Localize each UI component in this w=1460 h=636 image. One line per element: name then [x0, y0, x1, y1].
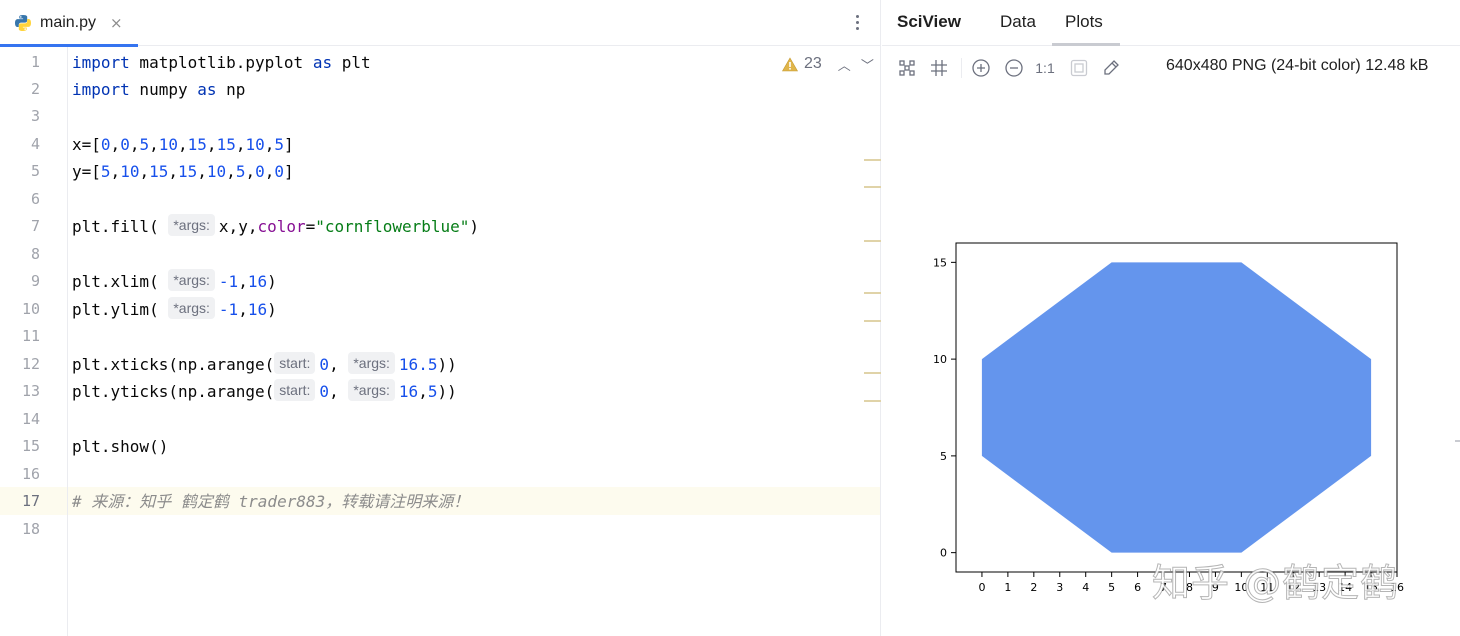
- plot-image: 0 1 2 3 4 5 6 7 8 9 10 11 12 13 14 15 16051015: [933, 242, 1404, 594]
- x-tick-label: 4: [1082, 581, 1089, 594]
- parameter-hint: start:: [274, 352, 316, 374]
- x-tick-label: 6: [1134, 581, 1141, 594]
- line-number: 13: [21, 382, 40, 400]
- actual-size-icon[interactable]: 1:1: [1034, 57, 1056, 79]
- line-number: 2: [30, 80, 40, 98]
- x-tick-label: 1: [1004, 581, 1011, 594]
- warning-stripe-mark[interactable]: [864, 292, 881, 294]
- line-number: 8: [30, 245, 40, 263]
- plot-toolbar: 1:1 640x480 PNG (24-bit color) 12.48 kB: [882, 48, 1460, 88]
- parameter-hint: *args:: [348, 352, 395, 374]
- warning-stripe-mark[interactable]: [864, 186, 881, 188]
- y-tick-label: 5: [940, 450, 947, 463]
- y-tick-label: 15: [933, 256, 947, 269]
- code-area[interactable]: import matplotlib.pyplot as plt import n…: [72, 47, 880, 636]
- line-number: 9: [30, 272, 40, 290]
- close-tab-icon[interactable]: ×: [110, 14, 123, 32]
- code-line-2: import numpy as np: [72, 80, 246, 99]
- parameter-hint: *args:: [168, 214, 215, 236]
- code-line-15: plt.show(): [72, 437, 169, 456]
- watermark: 知乎 @鹤定鹤: [1151, 561, 1400, 606]
- parameter-hint: *args:: [168, 297, 215, 319]
- parameter-hint: *args:: [168, 269, 215, 291]
- code-line-4: x=[0,0,5,10,15,15,10,5]: [72, 135, 294, 154]
- editor-tab-bar: main.py ×: [0, 0, 880, 47]
- parameter-hint: start:: [274, 379, 316, 401]
- x-tick-label: 5: [1108, 581, 1115, 594]
- parameter-hint: *args:: [348, 379, 395, 401]
- code-line-12: plt.xticks(np.arange(start: 0, *args: 16.5…: [72, 351, 457, 378]
- grid-icon[interactable]: [896, 57, 918, 79]
- zoom-out-icon[interactable]: [1003, 57, 1025, 79]
- code-line-17-comment: # 来源：知乎 鹤定鹤 trader883，转载请注明来源！: [72, 492, 470, 511]
- line-number: 4: [30, 135, 40, 153]
- inspection-widget[interactable]: 23 ︿ ﹀: [782, 52, 874, 76]
- warning-icon: [782, 56, 798, 71]
- line-number: 1: [30, 53, 40, 71]
- x-tick-label: 3: [1056, 581, 1063, 594]
- tab-main-py[interactable]: main.py ×: [0, 0, 138, 47]
- active-tab-indicator: [1052, 43, 1120, 46]
- image-info: 640x480 PNG (24-bit color) 12.48 kB: [1166, 57, 1429, 74]
- line-number: 3: [30, 107, 40, 125]
- color-picker-icon[interactable]: [1100, 57, 1122, 79]
- line-number: 11: [21, 327, 40, 345]
- chevron-up-icon[interactable]: ︿: [838, 55, 851, 74]
- fit-icon[interactable]: [1068, 57, 1090, 79]
- tab-label: main.py: [40, 14, 97, 31]
- tab-plots[interactable]: Plots: [1065, 12, 1103, 32]
- warning-stripe-mark[interactable]: [864, 320, 881, 322]
- line-number: 5: [30, 162, 40, 180]
- x-tick-label: 0: [978, 581, 985, 594]
- y-tick-label: 0: [940, 547, 947, 560]
- code-line-5: y=[5,10,15,15,10,5,0,0]: [72, 162, 294, 181]
- zoom-in-icon[interactable]: [970, 57, 992, 79]
- code-line-10: plt.ylim( *args: -1,16): [72, 296, 277, 323]
- line-number: 16: [21, 465, 40, 483]
- scrollbar-indicator[interactable]: [1455, 440, 1460, 442]
- line-number: 12: [21, 355, 40, 373]
- python-file-icon: [15, 15, 31, 31]
- line-number-current: 17: [21, 492, 40, 510]
- code-line-9: plt.xlim( *args: -1,16): [72, 268, 277, 295]
- y-tick-label: 10: [933, 353, 947, 366]
- line-number: 14: [21, 410, 40, 428]
- line-number-gutter[interactable]: 1 2 3 4 5 6 7 8 9 10 11 12 13 14 15 16 1…: [0, 47, 68, 636]
- warning-stripe-mark[interactable]: [864, 372, 881, 374]
- crop-icon[interactable]: [928, 57, 950, 79]
- more-options-icon[interactable]: [848, 10, 866, 34]
- line-number: 6: [30, 190, 40, 208]
- tab-data[interactable]: Data: [1000, 12, 1036, 32]
- sciview-tab-bar: SciView Data Plots: [882, 0, 1460, 46]
- line-number: 15: [21, 437, 40, 455]
- toolbar-separator: [961, 58, 962, 78]
- code-line-7: plt.fill( *args: x,y,color="cornflowerblu…: [72, 213, 479, 240]
- line-number: 7: [30, 217, 40, 235]
- line-number: 10: [21, 300, 40, 318]
- code-line-1: import matplotlib.pyplot as plt: [72, 53, 371, 72]
- warning-stripe-mark[interactable]: [864, 159, 881, 161]
- code-editor[interactable]: main.py × 1 2 3 4 5 6 7 8 9 10 11 12 13 …: [0, 0, 881, 636]
- fill-polygon: [981, 262, 1372, 553]
- x-tick-label: 2: [1030, 581, 1037, 594]
- chevron-down-icon[interactable]: ﹀: [861, 55, 874, 74]
- line-number: 18: [21, 520, 40, 538]
- warning-count: 23: [804, 55, 822, 72]
- code-line-13: plt.yticks(np.arange(start: 0, *args: 16,5…: [72, 378, 457, 405]
- sciview-title: SciView: [897, 12, 961, 31]
- warning-stripe-mark[interactable]: [864, 240, 881, 242]
- warning-stripe-mark[interactable]: [864, 400, 881, 402]
